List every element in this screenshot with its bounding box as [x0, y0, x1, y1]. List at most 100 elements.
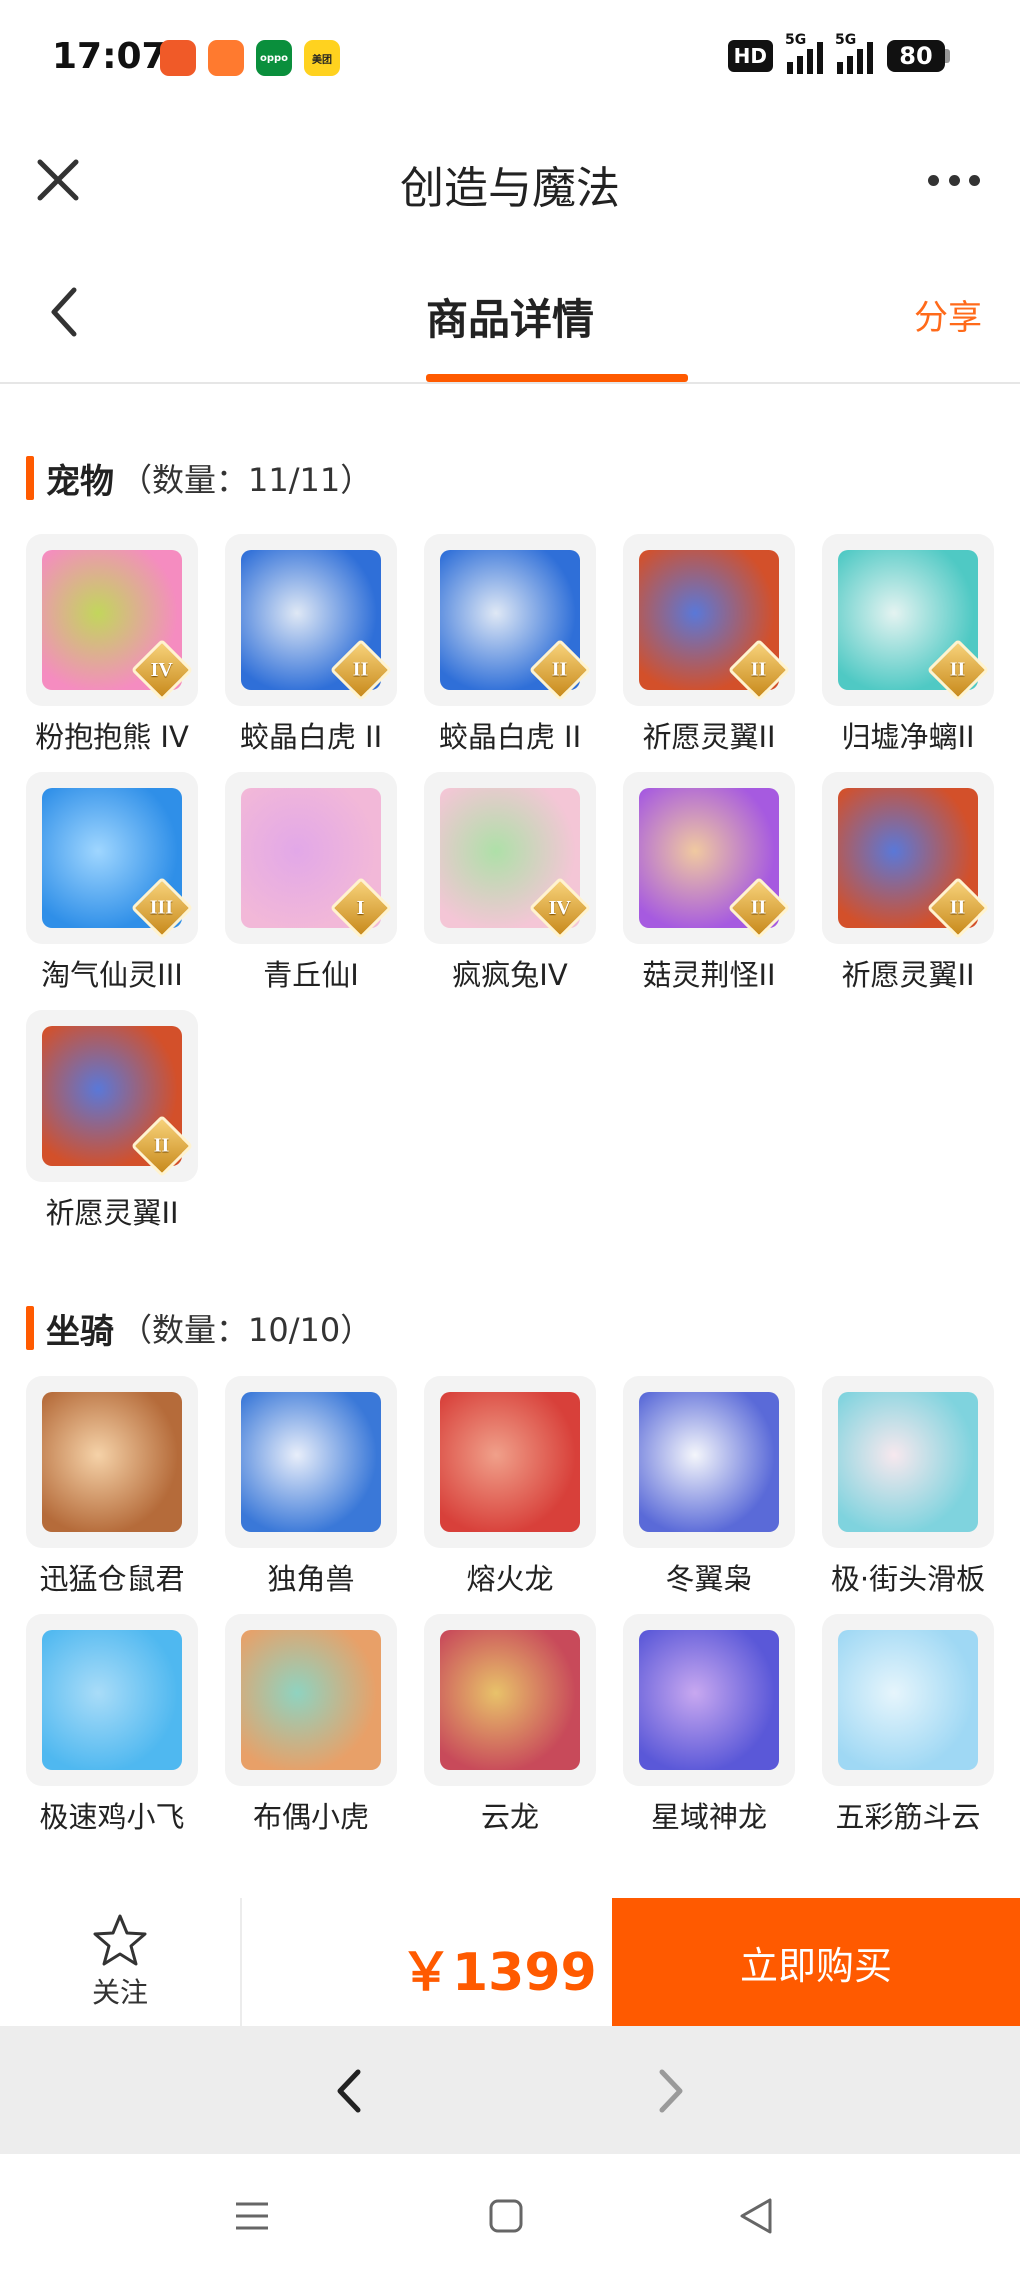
product-item[interactable]: 云龙	[424, 1614, 596, 1838]
product-item[interactable]: II 祈愿灵翼II	[623, 534, 795, 758]
recent-apps-button[interactable]	[232, 2196, 272, 2236]
hd-icon: HD	[727, 40, 773, 72]
item-thumbnail	[623, 1614, 795, 1786]
item-name: 布偶小虎	[252, 1800, 369, 1834]
product-item[interactable]: II 归墟净螭II	[822, 534, 994, 758]
section-title: 宠物	[46, 461, 114, 502]
product-item[interactable]: 冬翼枭	[623, 1376, 795, 1600]
menu-icon	[236, 2202, 268, 2230]
product-item[interactable]: 迅猛仓鼠君	[26, 1376, 198, 1600]
product-item[interactable]: 极速鸡小飞	[26, 1614, 198, 1838]
product-item[interactable]: II 祈愿灵翼II	[822, 772, 994, 996]
item-image	[440, 1630, 580, 1770]
purchase-bar: 关注 ￥1399 立即购买	[0, 1898, 1020, 2026]
item-thumbnail	[424, 1376, 596, 1548]
item-name: 祈愿灵翼II	[841, 958, 975, 992]
item-name: 星域神龙	[650, 1800, 767, 1834]
item-name: 粉抱抱熊 IV	[35, 720, 189, 754]
page-title[interactable]: 商品详情	[0, 286, 1020, 347]
oppo-app-icon: oppo	[256, 40, 292, 76]
item-name: 青丘仙I	[263, 958, 359, 992]
back-triangle-icon	[740, 2198, 772, 2234]
product-item[interactable]: IV 粉抱抱熊 IV	[26, 534, 198, 758]
product-item[interactable]: II 蛟晶白虎 II	[225, 534, 397, 758]
price: ￥1399	[400, 1943, 597, 2003]
app-bar: 创造与魔法	[0, 118, 1020, 246]
browser-forward-button[interactable]	[650, 2066, 690, 2116]
product-item[interactable]: II 祈愿灵翼II	[26, 1010, 198, 1234]
item-image	[838, 1630, 978, 1770]
app-title: 创造与魔法	[400, 163, 620, 214]
status-time: 17:07	[52, 36, 167, 77]
item-image	[639, 1392, 779, 1532]
star-icon	[93, 1914, 147, 1966]
item-thumbnail	[26, 1614, 198, 1786]
signal-icon: 5G	[835, 32, 873, 74]
tier-label: IV	[548, 896, 572, 919]
section-header: 坐骑 （数量：10/10）	[26, 1306, 373, 1352]
more-button[interactable]	[928, 168, 980, 192]
section-header: 宠物 （数量：11/11）	[26, 456, 372, 502]
item-thumbnail: II	[822, 772, 994, 944]
item-name: 云龙	[480, 1800, 539, 1834]
page-header: 商品详情 分享	[0, 246, 1020, 384]
battery-level: 80	[887, 40, 945, 72]
item-thumbnail: I	[225, 772, 397, 944]
item-name: 极·街头滑板	[830, 1562, 986, 1596]
item-name: 熔火龙	[466, 1562, 554, 1596]
item-image	[241, 1630, 381, 1770]
product-item[interactable]: 极·街头滑板	[822, 1376, 994, 1600]
product-item[interactable]: 布偶小虎	[225, 1614, 397, 1838]
browser-back-button[interactable]	[330, 2066, 370, 2116]
item-thumbnail: II	[623, 772, 795, 944]
item-image	[241, 1392, 381, 1532]
item-name: 疯疯兔IV	[452, 958, 568, 992]
buy-now-button[interactable]: 立即购买	[612, 1898, 1020, 2026]
item-image	[42, 1630, 182, 1770]
battery-icon: 80	[887, 40, 950, 72]
section-count: （数量：10/10）	[120, 1311, 373, 1349]
status-app-icons: oppo 美团	[160, 40, 340, 76]
follow-button[interactable]: 关注	[0, 1898, 242, 2026]
product-item[interactable]: I 青丘仙I	[225, 772, 397, 996]
product-item[interactable]: II 菇灵荆怪II	[623, 772, 795, 996]
item-thumbnail: III	[26, 772, 198, 944]
product-item[interactable]: III 淘气仙灵III	[26, 772, 198, 996]
product-content[interactable]: 宠物 （数量：11/11） IV 粉抱抱熊 IV II 蛟晶白虎 II II 蛟晶白虎 I…	[0, 386, 1020, 1898]
product-item[interactable]: 星域神龙	[623, 1614, 795, 1838]
status-bar: 17:07 oppo 美团 HD 5G 5G 80	[0, 0, 1020, 118]
home-button[interactable]	[486, 2196, 526, 2236]
item-thumbnail: II	[225, 534, 397, 706]
tier-label: II	[751, 658, 767, 681]
item-thumbnail: IV	[26, 534, 198, 706]
item-thumbnail	[623, 1376, 795, 1548]
item-image	[440, 1392, 580, 1532]
tier-label: II	[552, 658, 568, 681]
item-name: 蛟晶白虎 II	[239, 720, 383, 754]
status-indicators: HD 5G 5G 80	[727, 32, 950, 74]
browser-nav-bar	[0, 2026, 1020, 2154]
share-button[interactable]: 分享	[914, 290, 982, 339]
item-image	[639, 1630, 779, 1770]
tier-label: II	[751, 896, 767, 919]
product-item[interactable]: 独角兽	[225, 1376, 397, 1600]
item-grid: IV 粉抱抱熊 IV II 蛟晶白虎 II II 蛟晶白虎 II II 祈愿灵翼II II 归墟净…	[26, 534, 998, 1234]
item-thumbnail: II	[424, 534, 596, 706]
product-item[interactable]: 熔火龙	[424, 1376, 596, 1600]
item-name: 冬翼枭	[665, 1562, 753, 1596]
product-item[interactable]: IV 疯疯兔IV	[424, 772, 596, 996]
item-name: 五彩筋斗云	[835, 1800, 981, 1834]
follow-label: 关注	[91, 1976, 148, 2009]
system-back-button[interactable]	[734, 2194, 778, 2238]
tier-label: II	[950, 896, 966, 919]
item-thumbnail: II	[822, 534, 994, 706]
item-name: 极速鸡小飞	[39, 1800, 185, 1834]
item-name: 归墟净螭II	[841, 720, 975, 754]
product-item[interactable]: 五彩筋斗云	[822, 1614, 994, 1838]
item-name: 独角兽	[267, 1562, 355, 1596]
signal-icon: 5G	[785, 32, 823, 74]
chevron-right-icon	[659, 2069, 683, 2113]
system-nav-bar	[0, 2154, 1020, 2278]
more-dots-icon	[928, 174, 939, 186]
product-item[interactable]: II 蛟晶白虎 II	[424, 534, 596, 758]
